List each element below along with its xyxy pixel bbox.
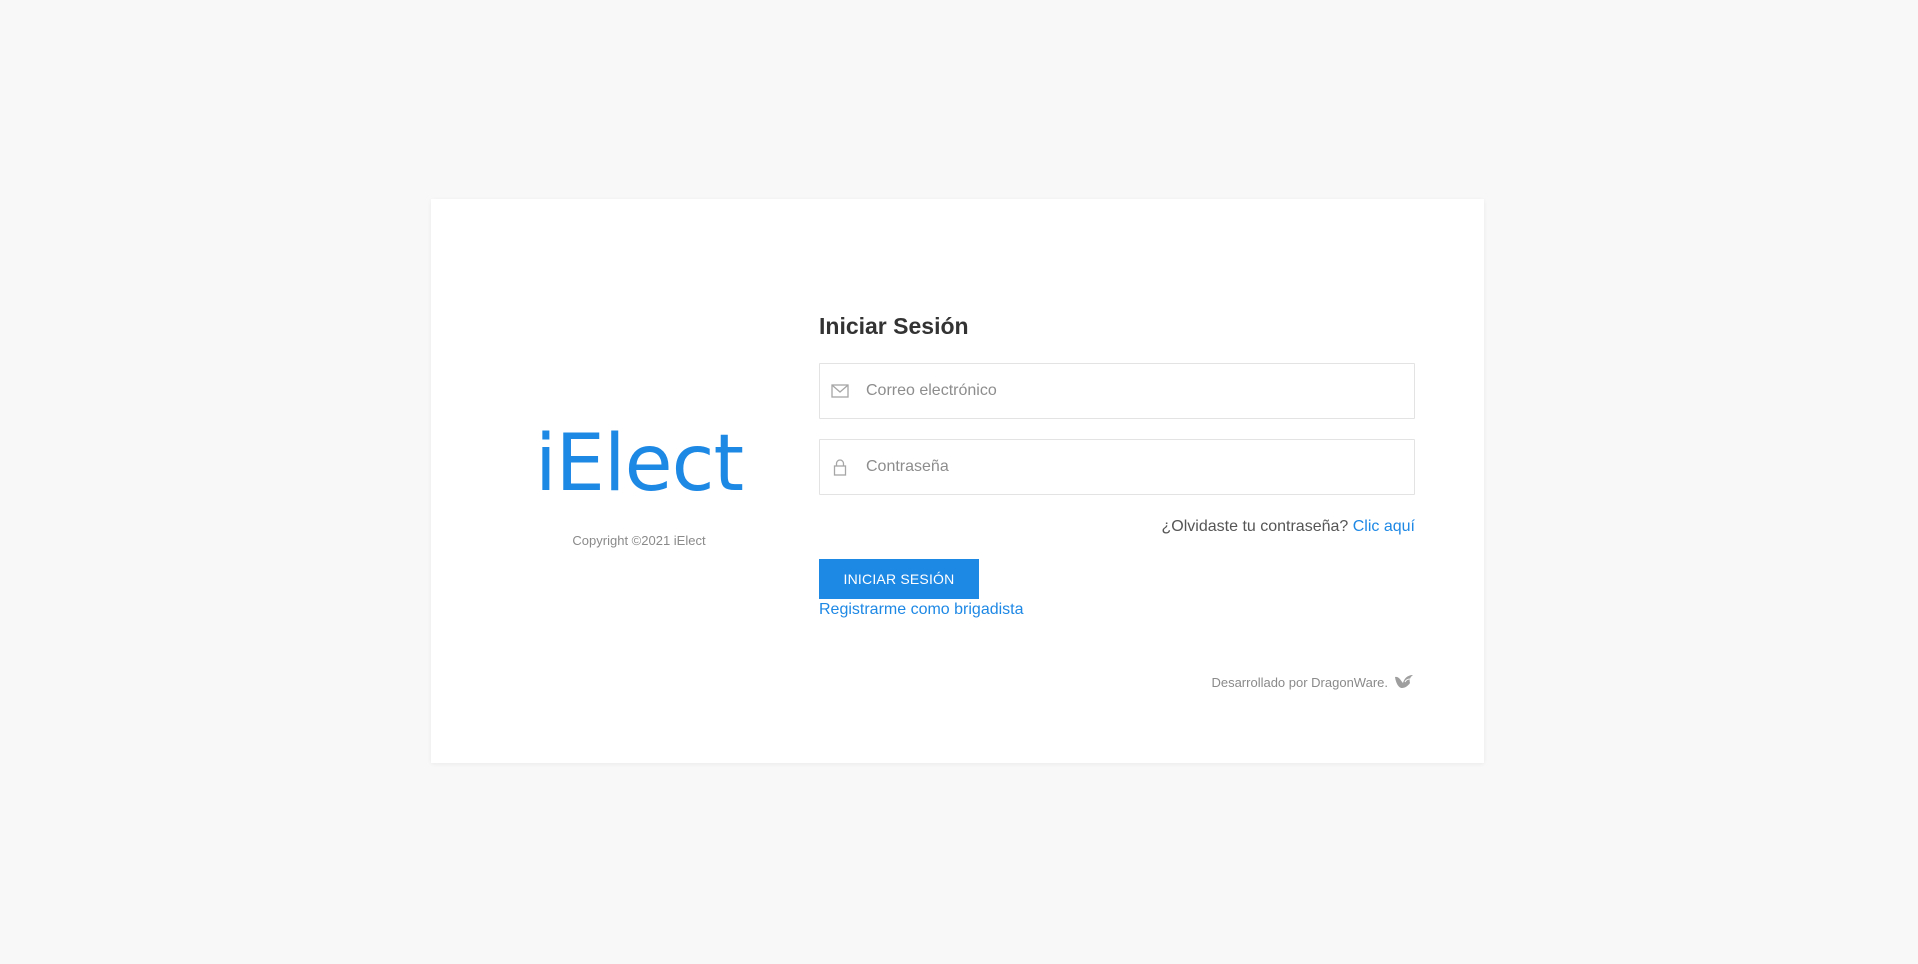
forgot-password-row: ¿Olvidaste tu contraseña? Clic aquí	[1162, 518, 1415, 536]
dragon-logo-icon	[1393, 673, 1415, 691]
password-field[interactable]	[819, 439, 1415, 495]
lock-icon	[830, 458, 850, 476]
brand-panel: iElect Copyright ©2021 iElect	[431, 199, 847, 763]
email-field[interactable]	[819, 363, 1415, 419]
form-title: Iniciar Sesión	[819, 313, 969, 339]
developer-credit-text: Desarrollado por DragonWare.	[1211, 674, 1388, 690]
password-input[interactable]	[866, 440, 1396, 494]
app-logo: iElect	[534, 419, 744, 509]
login-card: iElect Copyright ©2021 iElect Iniciar Se…	[431, 199, 1484, 763]
envelope-icon	[830, 382, 850, 400]
register-brigadista-link[interactable]: Registrarme como brigadista	[819, 601, 1024, 619]
forgot-password-link[interactable]: Clic aquí	[1353, 518, 1415, 535]
copyright-text: Copyright ©2021 iElect	[572, 533, 706, 548]
developer-credit: Desarrollado por DragonWare.	[1211, 673, 1415, 691]
login-button[interactable]: INICIAR SESIÓN	[819, 559, 979, 599]
email-input[interactable]	[866, 364, 1396, 418]
forgot-password-text: ¿Olvidaste tu contraseña?	[1161, 518, 1349, 535]
